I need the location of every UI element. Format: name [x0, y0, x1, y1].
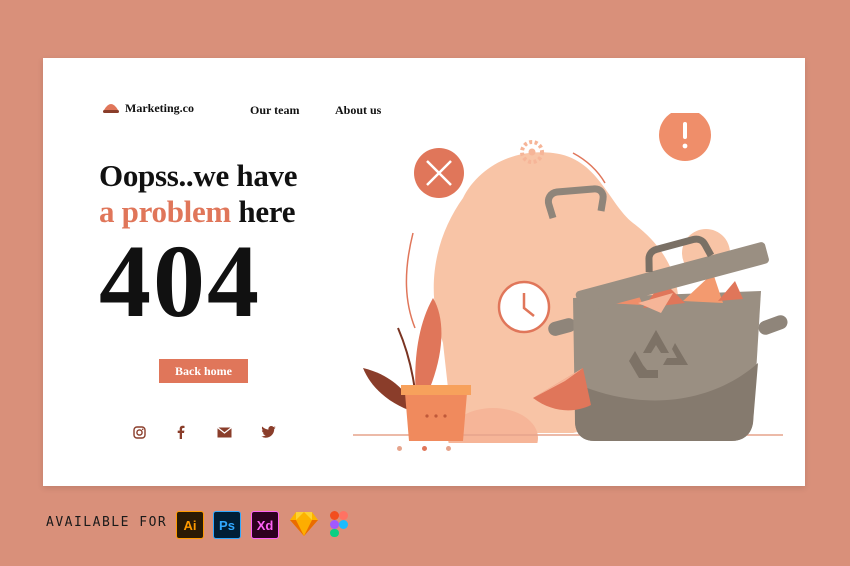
nav-our-team[interactable]: Our team — [250, 103, 299, 118]
brand-name: Marketing.co — [125, 101, 194, 115]
instagram-icon[interactable] — [131, 424, 147, 440]
headline-line-1: Oopss..we have — [99, 158, 298, 193]
brand-logo[interactable]: Marketing.co — [103, 101, 194, 116]
pager-dot-3[interactable] — [446, 446, 451, 451]
back-home-button[interactable]: Back home — [159, 359, 248, 383]
adobe-photoshop-icon: Ps — [213, 511, 241, 539]
trash-bin-illustration — [353, 113, 788, 443]
adobe-xd-icon: Xd — [251, 511, 279, 539]
error-card: Marketing.co Our team About us Oopss..we… — [43, 58, 805, 486]
hat-icon — [103, 104, 119, 113]
available-for-label: AVAILABLE FOR : — [46, 515, 186, 530]
facebook-icon[interactable] — [173, 424, 189, 440]
sketch-icon — [290, 512, 318, 536]
pager-dot-1[interactable] — [397, 446, 402, 451]
figma-icon — [330, 511, 348, 537]
pager-dot-2[interactable] — [422, 446, 427, 451]
mail-icon[interactable] — [216, 424, 232, 440]
adobe-illustrator-icon: Ai — [176, 511, 204, 539]
error-headline: Oopss..we have a problem here — [99, 158, 297, 230]
error-code: 404 — [99, 224, 261, 339]
twitter-icon[interactable] — [260, 424, 276, 440]
